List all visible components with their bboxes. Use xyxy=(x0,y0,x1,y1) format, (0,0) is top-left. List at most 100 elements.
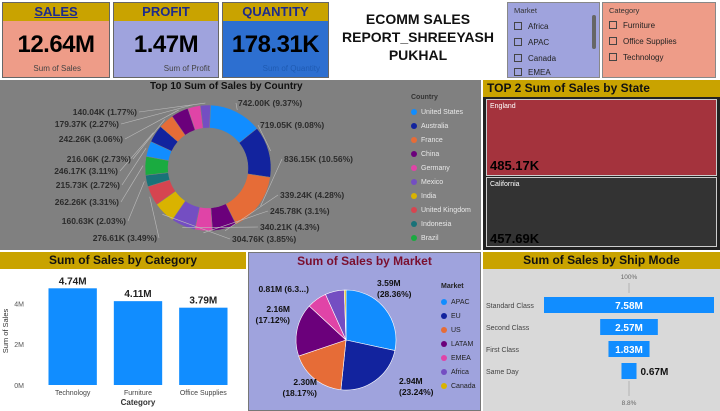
market-option-apac[interactable]: APAC xyxy=(514,34,593,50)
market-title: Sum of Sales by Market xyxy=(297,254,432,268)
market-slicer-scrollbar[interactable] xyxy=(592,15,596,49)
country-data-label: 160.63K (2.03%) xyxy=(62,216,126,226)
funnel-bottom-label: 8.8% xyxy=(622,400,637,407)
state-title: TOP 2 Sum of Sales by State xyxy=(483,80,720,97)
state-tile-california[interactable]: California 457.69K xyxy=(486,177,717,247)
market-data-label-pct: (28.36%) xyxy=(377,289,412,299)
report-title: ECOMM SALES REPORT_SHREEYASH PUKHAL xyxy=(333,10,503,64)
market-option-africa[interactable]: Africa xyxy=(514,18,593,34)
legend-swatch xyxy=(411,151,417,157)
country-data-label: 262.26K (3.31%) xyxy=(55,197,119,207)
category-bar xyxy=(48,288,97,385)
checkbox-icon[interactable] xyxy=(609,53,617,61)
state-tile-england-value: 485.17K xyxy=(490,158,540,173)
country-data-label: 179.37K (2.27%) xyxy=(55,119,119,129)
state-tile-california-value: 457.69K xyxy=(490,231,540,246)
legend-label: Africa xyxy=(451,368,469,376)
market-slicer-title: Market xyxy=(514,6,537,15)
market-data-label-pct: (18.17%) xyxy=(283,388,318,398)
legend-swatch xyxy=(441,327,447,333)
checkbox-icon[interactable] xyxy=(609,37,617,45)
kpi-quantity-label: QUANTITY xyxy=(223,3,328,21)
legend-item[interactable]: Brazil xyxy=(411,231,481,245)
y-tick-label: 0M xyxy=(14,383,24,390)
country-legend: Country United States Australia France Chin… xyxy=(411,94,481,245)
category-slicer: Category Furniture Office Supplies Techn… xyxy=(602,2,716,78)
checkbox-icon[interactable] xyxy=(514,54,522,62)
funnel-data-label: 7.58M xyxy=(615,301,643,312)
report-title-line3: PUKHAL xyxy=(388,47,448,63)
category-slicer-title: Category xyxy=(609,6,640,15)
category-bar xyxy=(113,301,163,385)
legend-item[interactable]: APAC xyxy=(441,295,481,309)
market-option-canada[interactable]: Canada xyxy=(514,50,593,66)
country-leader-line xyxy=(127,181,145,222)
legend-item[interactable]: Germany xyxy=(411,161,481,175)
kpi-quantity-sub: Sum of Quantity xyxy=(262,64,320,73)
legend-item[interactable]: United Kingdom xyxy=(411,203,481,217)
report-title-line2: REPORT_SHREEYASH xyxy=(342,29,494,45)
legend-item[interactable]: India xyxy=(411,189,481,203)
market-legend-title: Market xyxy=(441,283,464,290)
legend-item[interactable]: China xyxy=(411,147,481,161)
category-option-office-supplies[interactable]: Office Supplies xyxy=(609,33,709,49)
legend-item[interactable]: LATAM xyxy=(441,337,481,351)
funnel-category-label: Second Class xyxy=(486,325,530,332)
x-tick-label: Furniture xyxy=(124,390,152,397)
state-tile-california-label: California xyxy=(490,181,520,188)
kpi-profit-value: 1.47M xyxy=(133,31,199,58)
funnel-category-label: Standard Class xyxy=(486,303,534,310)
category-option-technology[interactable]: Technology xyxy=(609,49,709,65)
funnel-data-label: 1.83M xyxy=(615,345,643,356)
legend-label: EMEA xyxy=(451,354,471,362)
country-donut-panel: Top 10 Sum of Sales by Country 742.00K (… xyxy=(0,80,481,250)
legend-swatch xyxy=(411,221,417,227)
checkbox-icon[interactable] xyxy=(514,68,522,76)
legend-swatch xyxy=(411,207,417,213)
legend-item[interactable]: France xyxy=(411,133,481,147)
legend-label: APAC xyxy=(451,298,470,306)
legend-item[interactable]: EMEA xyxy=(441,351,481,365)
country-leader-line xyxy=(120,165,144,203)
legend-item[interactable]: US xyxy=(441,323,481,337)
shipmode-funnel-chart: 100% Standard Class 7.58M Second Class 2.57M… xyxy=(486,274,714,407)
legend-label: US xyxy=(451,326,461,334)
kpi-sales-card: SALES 12.64M Sum of Sales xyxy=(2,2,110,78)
kpi-quantity-card: QUANTITY 178.31K Sum of Quantity xyxy=(222,2,329,78)
category-data-label: 4.11M xyxy=(124,289,151,300)
x-tick-label: Office Supplies xyxy=(180,390,227,397)
market-slicer-list: Africa APAC Canada EMEA xyxy=(514,18,593,78)
category-option-furniture[interactable]: Furniture xyxy=(609,17,709,33)
legend-item[interactable]: United States xyxy=(411,105,481,119)
legend-item[interactable]: EU xyxy=(441,309,481,323)
category-data-label: 4.74M xyxy=(59,276,87,287)
legend-swatch xyxy=(411,123,417,129)
checkbox-icon[interactable] xyxy=(514,22,522,30)
market-option-emea[interactable]: EMEA xyxy=(514,66,593,78)
legend-item[interactable]: Mexico xyxy=(411,175,481,189)
country-data-label: 216.06K (2.73%) xyxy=(67,154,131,164)
x-tick-label: Technology xyxy=(55,390,91,397)
y-tick-label: 2M xyxy=(14,342,24,349)
country-data-label: 246.17K (3.11%) xyxy=(54,166,118,176)
legend-item[interactable]: Indonesia xyxy=(411,217,481,231)
legend-label: United States xyxy=(421,108,464,116)
checkbox-icon[interactable] xyxy=(609,21,617,29)
legend-item[interactable]: Canada xyxy=(441,379,481,393)
country-data-label: 140.04K (1.77%) xyxy=(73,107,137,117)
legend-label: Canada xyxy=(451,382,476,390)
legend-item[interactable]: Australia xyxy=(411,119,481,133)
y-tick-label: 4M xyxy=(14,301,24,308)
kpi-profit-sub: Sum of Profit xyxy=(163,64,210,73)
checkbox-icon[interactable] xyxy=(514,38,522,46)
legend-swatch xyxy=(441,299,447,305)
market-pie-chart: 3.59M(28.36%) 2.94M(23.24%) 2.30M(18.17%) 2… xyxy=(256,278,434,398)
category-panel: Sum of Sales by Category 0M 2M 4M Sum of Sa… xyxy=(0,252,246,411)
legend-label: Brazil xyxy=(421,234,439,242)
market-data-label: 3.59M xyxy=(377,278,401,288)
market-data-label-pct: (17.12%) xyxy=(256,315,291,325)
state-tile-england-label: England xyxy=(490,103,516,110)
legend-item[interactable]: Africa xyxy=(441,365,481,379)
legend-swatch xyxy=(411,165,417,171)
state-tile-england[interactable]: England 485.17K xyxy=(486,99,717,176)
